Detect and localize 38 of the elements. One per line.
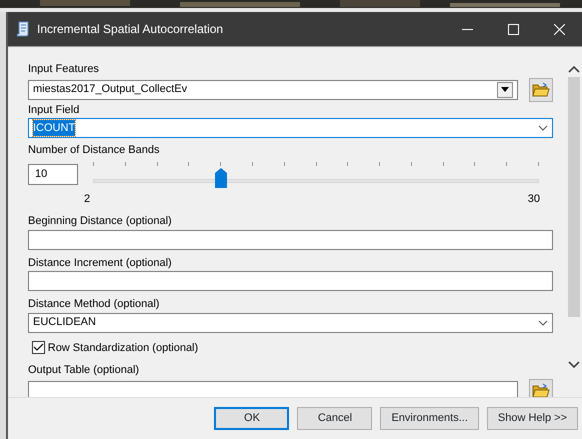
minimize-icon[interactable] (462, 28, 472, 30)
number-field[interactable]: 10 (28, 164, 78, 185)
text-field[interactable] (28, 230, 553, 250)
window-title: Incremental Spatial Autocorrelation (37, 21, 224, 38)
scroll-down-icon[interactable] (568, 361, 580, 369)
close-icon[interactable] (554, 24, 564, 34)
field-label: Input Field (28, 104, 80, 116)
field-label: Number of Distance Bands (28, 144, 160, 156)
field-label: Distance Increment (optional) (28, 256, 172, 268)
folder-button[interactable] (529, 378, 553, 397)
slider[interactable] (93, 162, 539, 188)
help-button[interactable]: Show Help >> (486, 407, 578, 430)
field-label: Beginning Distance (optional) (28, 215, 172, 227)
checkbox-label: Row Standardization (optional) (48, 340, 198, 356)
field-label: Distance Method (optional) (28, 298, 160, 310)
ok-button[interactable]: OK (214, 407, 290, 430)
slider-max-label: 30 (528, 192, 540, 206)
dropdown-field[interactable]: miestas2017_Output_CollectEv (28, 80, 518, 100)
field-value: ICOUNT (33, 120, 76, 136)
environments-button[interactable]: Environments... (380, 407, 479, 430)
cancel-button[interactable]: Cancel (297, 407, 372, 430)
field-value: miestas2017_Output_CollectEv (33, 82, 188, 98)
script-icon (16, 21, 30, 37)
maximize-icon[interactable] (508, 24, 518, 34)
slider-min-label: 2 (84, 192, 90, 206)
scroll-up-icon[interactable] (568, 65, 580, 73)
dropdown-field[interactable]: ICOUNT (28, 118, 553, 138)
field-value: EUCLIDEAN (33, 315, 96, 330)
slider-thumb[interactable] (214, 168, 227, 188)
checkbox[interactable] (32, 341, 45, 354)
text-field[interactable] (28, 380, 518, 397)
caret-icon (538, 125, 548, 131)
dropdown-field[interactable]: EUCLIDEAN (28, 312, 553, 332)
text-field[interactable] (28, 271, 553, 291)
field-label: Output Table (optional) (28, 364, 140, 376)
caret-icon (538, 320, 548, 326)
field-label: Input Features (28, 63, 99, 75)
folder-button[interactable] (529, 78, 553, 102)
